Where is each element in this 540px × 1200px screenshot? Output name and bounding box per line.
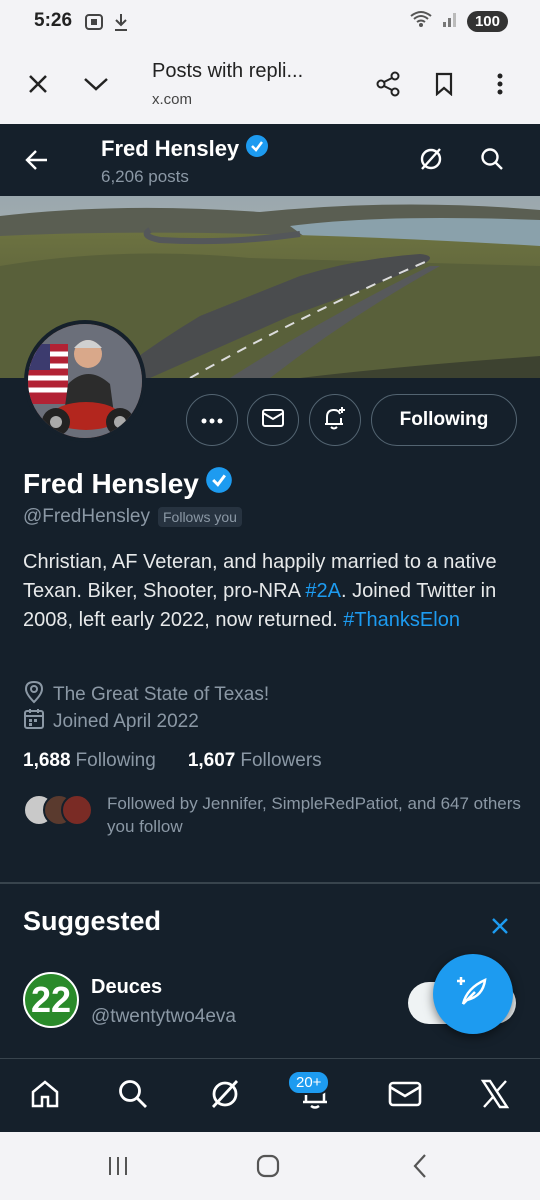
- suggested-user-handle: @twentytwo4eva: [91, 1006, 236, 1027]
- envelope-icon: [261, 408, 285, 433]
- section-divider: [0, 882, 540, 884]
- followed-by-text: Followed by Jennifer, SimpleRedPatiot, a…: [107, 794, 521, 836]
- back-arrow-icon[interactable]: [17, 140, 57, 180]
- home-icon: [29, 1078, 61, 1115]
- home-button-icon[interactable]: [248, 1150, 288, 1182]
- tab-x-premium[interactable]: [470, 1071, 520, 1121]
- browser-toolbar: Posts with repli... x.com: [0, 44, 540, 124]
- grok-icon[interactable]: [411, 139, 451, 179]
- avatar: [61, 794, 93, 826]
- envelope-icon: [388, 1080, 422, 1113]
- android-navigation-bar: [0, 1132, 540, 1200]
- browser-url: x.com: [152, 91, 193, 108]
- following-button[interactable]: Following: [371, 394, 517, 446]
- suggested-heading: Suggested: [23, 906, 162, 936]
- more-vert-icon[interactable]: [482, 66, 518, 102]
- download-icon: [112, 12, 130, 37]
- profile-handle-row: @FredHensley Follows you: [23, 506, 242, 528]
- tab-search[interactable]: [108, 1071, 158, 1121]
- tab-messages[interactable]: [380, 1071, 430, 1121]
- search-icon[interactable]: [472, 139, 512, 179]
- battery-indicator: 100: [466, 11, 508, 32]
- tab-grok[interactable]: [200, 1071, 250, 1121]
- following-count-link[interactable]: 1,688 Following: [23, 750, 156, 772]
- more-options-button[interactable]: [186, 394, 238, 446]
- profile-handle: @FredHensley: [23, 506, 150, 527]
- profile-name: Fred Hensley: [23, 466, 233, 501]
- close-icon[interactable]: [20, 66, 56, 102]
- close-icon[interactable]: [484, 910, 516, 942]
- bottom-tab-bar: [0, 1058, 540, 1132]
- follow-counts: 1,688 Following 1,607 Followers: [23, 750, 322, 772]
- hashtag-link[interactable]: #ThanksElon: [343, 609, 460, 631]
- back-icon[interactable]: [400, 1150, 440, 1182]
- signal-icon: [441, 10, 459, 33]
- profile-header: Fred Hensley 6,206 posts: [0, 124, 540, 196]
- profile-avatar[interactable]: [24, 320, 146, 442]
- verified-badge-icon: [205, 466, 233, 501]
- profile-bio: Christian, AF Veteran, and happily marri…: [23, 551, 497, 631]
- verified-badge-icon: [245, 134, 269, 164]
- profile-location: The Great State of Texas!: [23, 680, 269, 710]
- share-icon[interactable]: [370, 66, 406, 102]
- follows-you-badge: Follows you: [158, 507, 242, 527]
- suggested-user-avatar[interactable]: 22: [23, 972, 79, 1028]
- chevron-down-icon[interactable]: [78, 66, 114, 102]
- profile-joined: Joined April 2022: [23, 708, 199, 736]
- suggested-user-name[interactable]: Deuces: [91, 976, 162, 999]
- more-horiz-icon: [201, 411, 223, 429]
- feather-plus-icon: [455, 974, 491, 1015]
- message-button[interactable]: [247, 394, 299, 446]
- grok-icon: [208, 1077, 242, 1116]
- status-bar: 5:26 100: [0, 0, 540, 44]
- hashtag-link[interactable]: #2A: [305, 580, 341, 602]
- followed-by-avatars: [23, 794, 93, 828]
- notification-count-badge: 20+: [287, 1070, 331, 1095]
- compose-post-button[interactable]: [433, 954, 513, 1034]
- bookmark-icon[interactable]: [426, 66, 462, 102]
- bell-plus-icon: [322, 405, 348, 436]
- browser-page-title: Posts with repli...: [152, 60, 304, 82]
- followers-count-link[interactable]: 1,607 Followers: [188, 750, 322, 772]
- location-pin-icon: [23, 680, 45, 710]
- followed-by-row[interactable]: Followed by Jennifer, SimpleRedPatiot, a…: [23, 792, 523, 842]
- x-profile-page: Fred Hensley 6,206 posts Following Fred …: [0, 124, 540, 1132]
- x-logo-icon: [479, 1078, 511, 1115]
- recent-apps-icon[interactable]: [98, 1150, 138, 1182]
- posts-count: 6,206 posts: [101, 167, 189, 186]
- calendar-icon: [23, 708, 45, 736]
- search-icon: [117, 1078, 149, 1115]
- status-time: 5:26: [34, 10, 73, 31]
- screenshot-icon: [84, 12, 104, 37]
- header-name: Fred Hensley: [101, 134, 269, 164]
- wifi-icon: [409, 10, 433, 33]
- notifications-subscribe-button[interactable]: [309, 394, 361, 446]
- tab-home[interactable]: [20, 1071, 70, 1121]
